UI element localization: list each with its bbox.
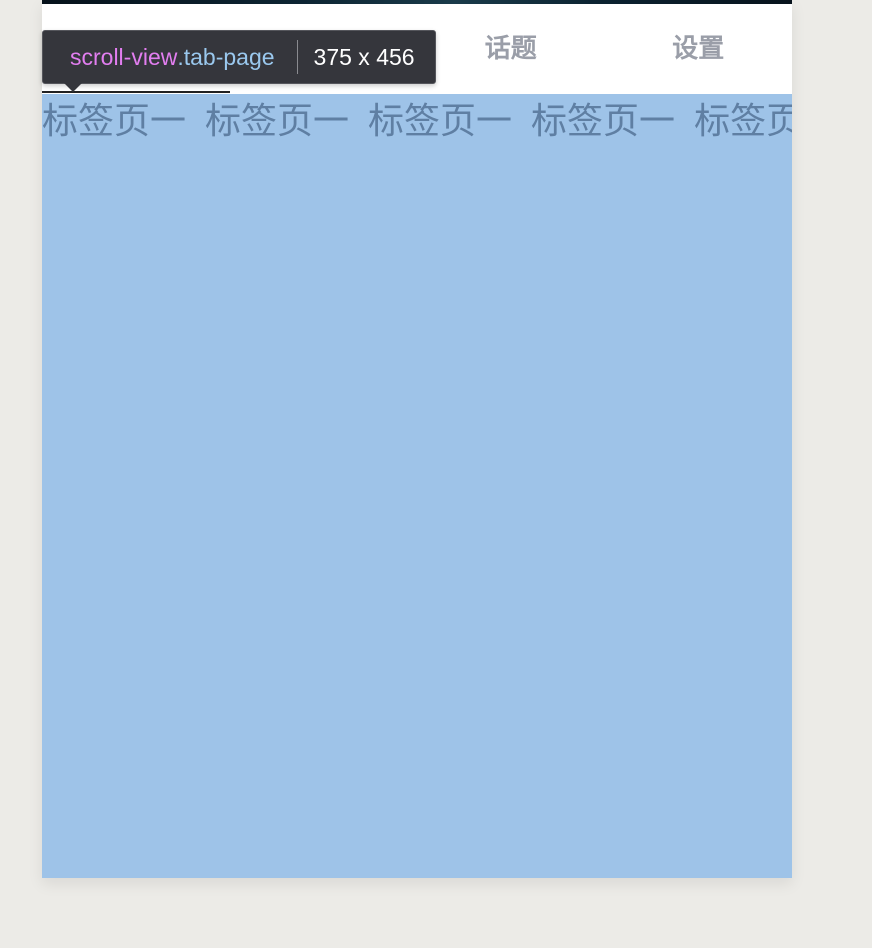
inspector-pointer-arrow [64,83,82,92]
tab-page-content: 标签页一标签页一标签页一标签页一标签页一 [42,96,792,148]
tab-topics[interactable]: 话题 [417,4,605,94]
inspector-tag-name: scroll-view [70,43,178,70]
tab-page-text: 标签页一 [694,101,792,142]
inspector-divider [296,40,298,74]
tab-page-text: 标签页一 [531,101,676,142]
tab-page-text: 标签页一 [368,101,513,142]
tab-settings[interactable]: 设置 [605,4,793,94]
tab-page-text: 标签页一 [205,101,350,142]
inspector-class-name: .tab-page [177,43,275,70]
inspector-size: 375 x 456 [313,43,415,70]
phone-frame: 标签页一 标签页二 话题 设置 标签页一标签页一标签页一标签页一标签页一 [42,0,792,878]
devtools-inspector-tooltip: scroll-view .tab-page 375 x 456 [42,30,436,92]
tab-page-text: 标签页一 [42,101,187,142]
tab-page-scroll-view[interactable]: 标签页一标签页一标签页一标签页一标签页一 [42,94,792,878]
